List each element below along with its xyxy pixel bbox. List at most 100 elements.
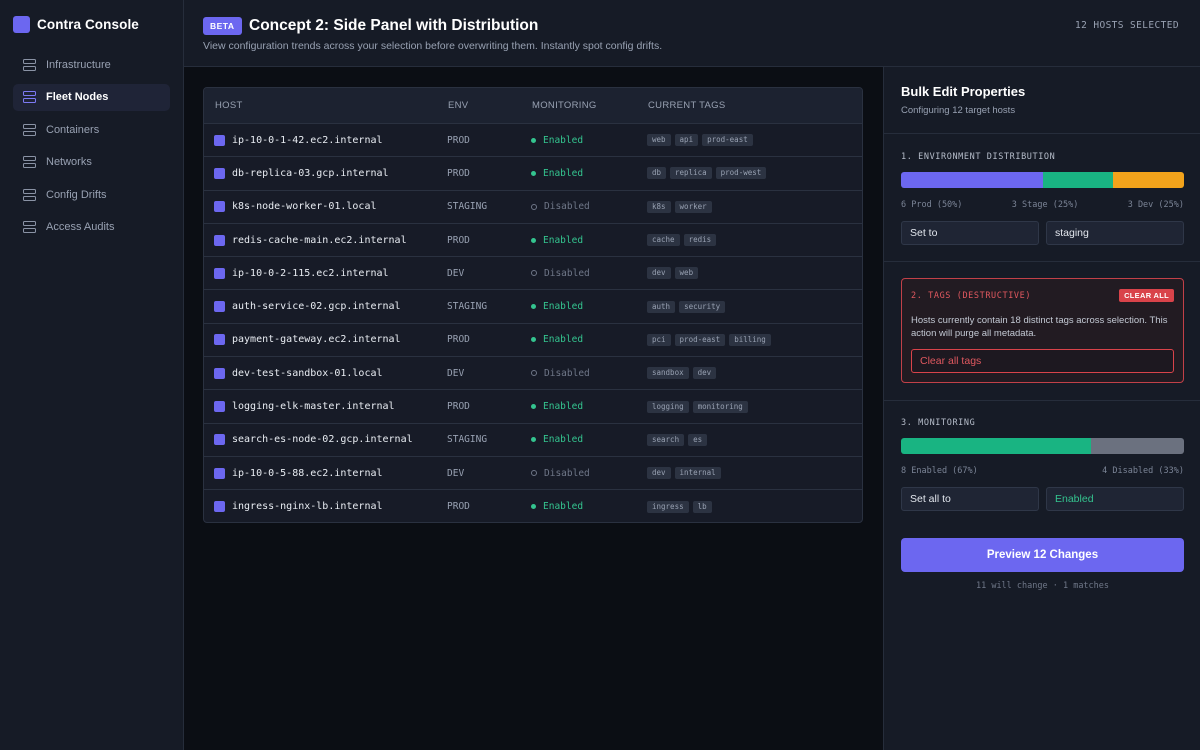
status-dot-icon xyxy=(531,504,536,510)
monitoring-status-label: Disabled xyxy=(544,367,590,379)
status-dot-icon xyxy=(531,203,537,210)
table-row[interactable]: k8s-node-worker-01.local STAGING Disabled k… xyxy=(204,191,862,224)
env-value: STAGING xyxy=(447,301,488,313)
monitoring-value-select[interactable]: Enabled xyxy=(1046,487,1184,511)
monitoring-status: Enabled xyxy=(531,434,583,445)
status-dot-icon xyxy=(531,437,536,443)
tag-list: pci prod-east billing xyxy=(647,333,775,346)
tag-chip: dev xyxy=(647,267,671,280)
table-row[interactable]: search-es-node-02.gcp.internal STAGING Ena… xyxy=(204,424,862,457)
status-dot-icon xyxy=(531,470,537,477)
row-checkbox[interactable] xyxy=(214,367,225,379)
table-row[interactable]: db-replica-03.gcp.internal PROD Enabled db r… xyxy=(204,157,862,191)
table-row[interactable]: ingress-nginx-lb.internal PROD Enabled ingr… xyxy=(204,490,862,522)
sidebar-item-label: Networks xyxy=(46,156,92,168)
env-value: PROD xyxy=(447,501,470,513)
distribution-legend-label: 3 Dev (25%) xyxy=(1127,200,1184,210)
page-title: Concept 2: Side Panel with Distribution xyxy=(249,17,539,34)
distribution-legend-label: 4 Disabled (33%) xyxy=(1102,466,1184,476)
row-checkbox[interactable] xyxy=(214,334,225,346)
table-row[interactable]: payment-gateway.ec2.internal PROD Enabled p… xyxy=(204,324,862,358)
row-checkbox[interactable] xyxy=(214,301,225,313)
table-row[interactable]: auth-service-02.gcp.internal STAGING Enabl… xyxy=(204,290,862,324)
host-name: ip-10-0-1-42.ec2.internal xyxy=(232,134,383,146)
sidebar-item-config-drifts[interactable]: Config Drifts xyxy=(13,181,170,208)
row-checkbox[interactable] xyxy=(214,167,225,179)
table-row[interactable]: ip-10-0-1-42.ec2.internal PROD Enabled web a… xyxy=(204,124,862,158)
monitoring-status-label: Disabled xyxy=(544,267,590,279)
column-header-tags[interactable]: CURRENT TAGS xyxy=(648,100,726,111)
tag-chip: db xyxy=(647,167,667,180)
distribution-segment xyxy=(1113,172,1184,188)
environment-distribution-bar xyxy=(901,172,1184,188)
tag-chip: logging xyxy=(647,400,689,413)
monitoring-action-select[interactable]: Set all to xyxy=(901,487,1039,511)
row-checkbox[interactable] xyxy=(214,201,225,213)
tag-list: k8s worker xyxy=(647,200,716,213)
host-name: logging-elk-master.internal xyxy=(232,401,395,413)
tag-chip: web xyxy=(647,134,671,147)
env-value: DEV xyxy=(447,467,465,479)
row-checkbox[interactable] xyxy=(214,501,225,513)
sidebar-nav: Infrastructure Fleet Nodes Containers Netwo… xyxy=(0,51,183,241)
tag-list: web api prod-east xyxy=(647,134,757,147)
tag-chip: internal xyxy=(674,467,721,480)
sidebar-item-infrastructure[interactable]: Infrastructure xyxy=(13,51,170,78)
row-checkbox[interactable] xyxy=(214,267,225,279)
distribution-segment xyxy=(901,172,1043,188)
tags-destructive-section: 2. TAGS (DESTRUCTIVE) CLEAR ALL Hosts cu… xyxy=(901,278,1184,383)
tag-chip: dev xyxy=(692,367,717,380)
sidebar-item-fleet-nodes[interactable]: Fleet Nodes xyxy=(13,83,170,111)
table-row[interactable]: ip-10-0-5-88.ec2.internal DEV Disabled dev i… xyxy=(204,457,862,491)
tag-list: sandbox dev xyxy=(647,367,720,380)
row-checkbox[interactable] xyxy=(214,434,225,446)
status-dot-icon xyxy=(531,137,536,143)
monitoring-status: Enabled xyxy=(531,135,583,146)
monitoring-status-label: Enabled xyxy=(543,434,584,446)
sidebar: Contra Console Infrastructure Fleet Nodes… xyxy=(0,0,184,750)
tag-chip: dev xyxy=(647,467,671,480)
environment-action-select[interactable]: Set to xyxy=(901,221,1039,245)
status-dot-icon xyxy=(531,370,537,377)
sidebar-item-containers[interactable]: Containers xyxy=(13,116,170,143)
sidebar-item-networks[interactable]: Networks xyxy=(13,149,170,176)
host-name: payment-gateway.ec2.internal xyxy=(232,334,401,346)
monitoring-status-label: Enabled xyxy=(543,401,584,413)
tag-chip: web xyxy=(674,267,699,280)
clear-tags-input[interactable]: Clear all tags xyxy=(911,349,1174,373)
table-row[interactable]: ip-10-0-2-115.ec2.internal DEV Disabled dev… xyxy=(204,257,862,291)
status-dot-icon xyxy=(531,237,536,243)
clear-all-button[interactable]: CLEAR ALL xyxy=(1119,289,1174,302)
host-name: auth-service-02.gcp.internal xyxy=(232,301,401,313)
tag-list: logging monitoring xyxy=(647,400,752,413)
page-subtitle: View configuration trends across your se… xyxy=(203,40,663,52)
row-checkbox[interactable] xyxy=(214,401,225,413)
monitoring-distribution-bar xyxy=(901,438,1184,454)
preview-summary: 11 will change · 1 matches xyxy=(975,581,1110,591)
server-icon xyxy=(23,58,36,71)
sidebar-item-access-audits[interactable]: Access Audits xyxy=(13,214,170,241)
tag-list: dev web xyxy=(647,267,702,280)
beta-badge: BETA xyxy=(203,17,242,35)
monitoring-status: Disabled xyxy=(531,468,590,479)
row-checkbox[interactable] xyxy=(214,234,225,246)
server-icon xyxy=(23,123,36,136)
server-icon xyxy=(23,91,36,103)
table-row[interactable]: logging-elk-master.internal PROD Enabled lo… xyxy=(204,390,862,424)
environment-value-select[interactable]: staging xyxy=(1046,221,1184,245)
column-header-monitoring[interactable]: MONITORING xyxy=(532,100,597,111)
row-checkbox[interactable] xyxy=(214,134,225,146)
monitoring-status: Enabled xyxy=(531,401,583,412)
column-header-host[interactable]: HOST xyxy=(215,100,243,111)
host-name: k8s-node-worker-01.local xyxy=(232,201,377,213)
bulk-edit-panel: Bulk Edit Properties Configuring 12 targ… xyxy=(883,67,1200,750)
row-checkbox[interactable] xyxy=(214,467,225,479)
host-name: ip-10-0-2-115.ec2.internal xyxy=(232,267,389,279)
table-row[interactable]: redis-cache-main.ec2.internal PROD Enabled… xyxy=(204,224,862,258)
status-dot-icon xyxy=(531,404,536,410)
preview-changes-button[interactable]: Preview 12 Changes xyxy=(901,538,1184,572)
status-dot-icon xyxy=(531,337,536,343)
column-header-env[interactable]: ENV xyxy=(448,100,468,111)
monitoring-status-label: Enabled xyxy=(543,334,584,346)
table-row[interactable]: dev-test-sandbox-01.local DEV Disabled sand… xyxy=(204,357,862,391)
